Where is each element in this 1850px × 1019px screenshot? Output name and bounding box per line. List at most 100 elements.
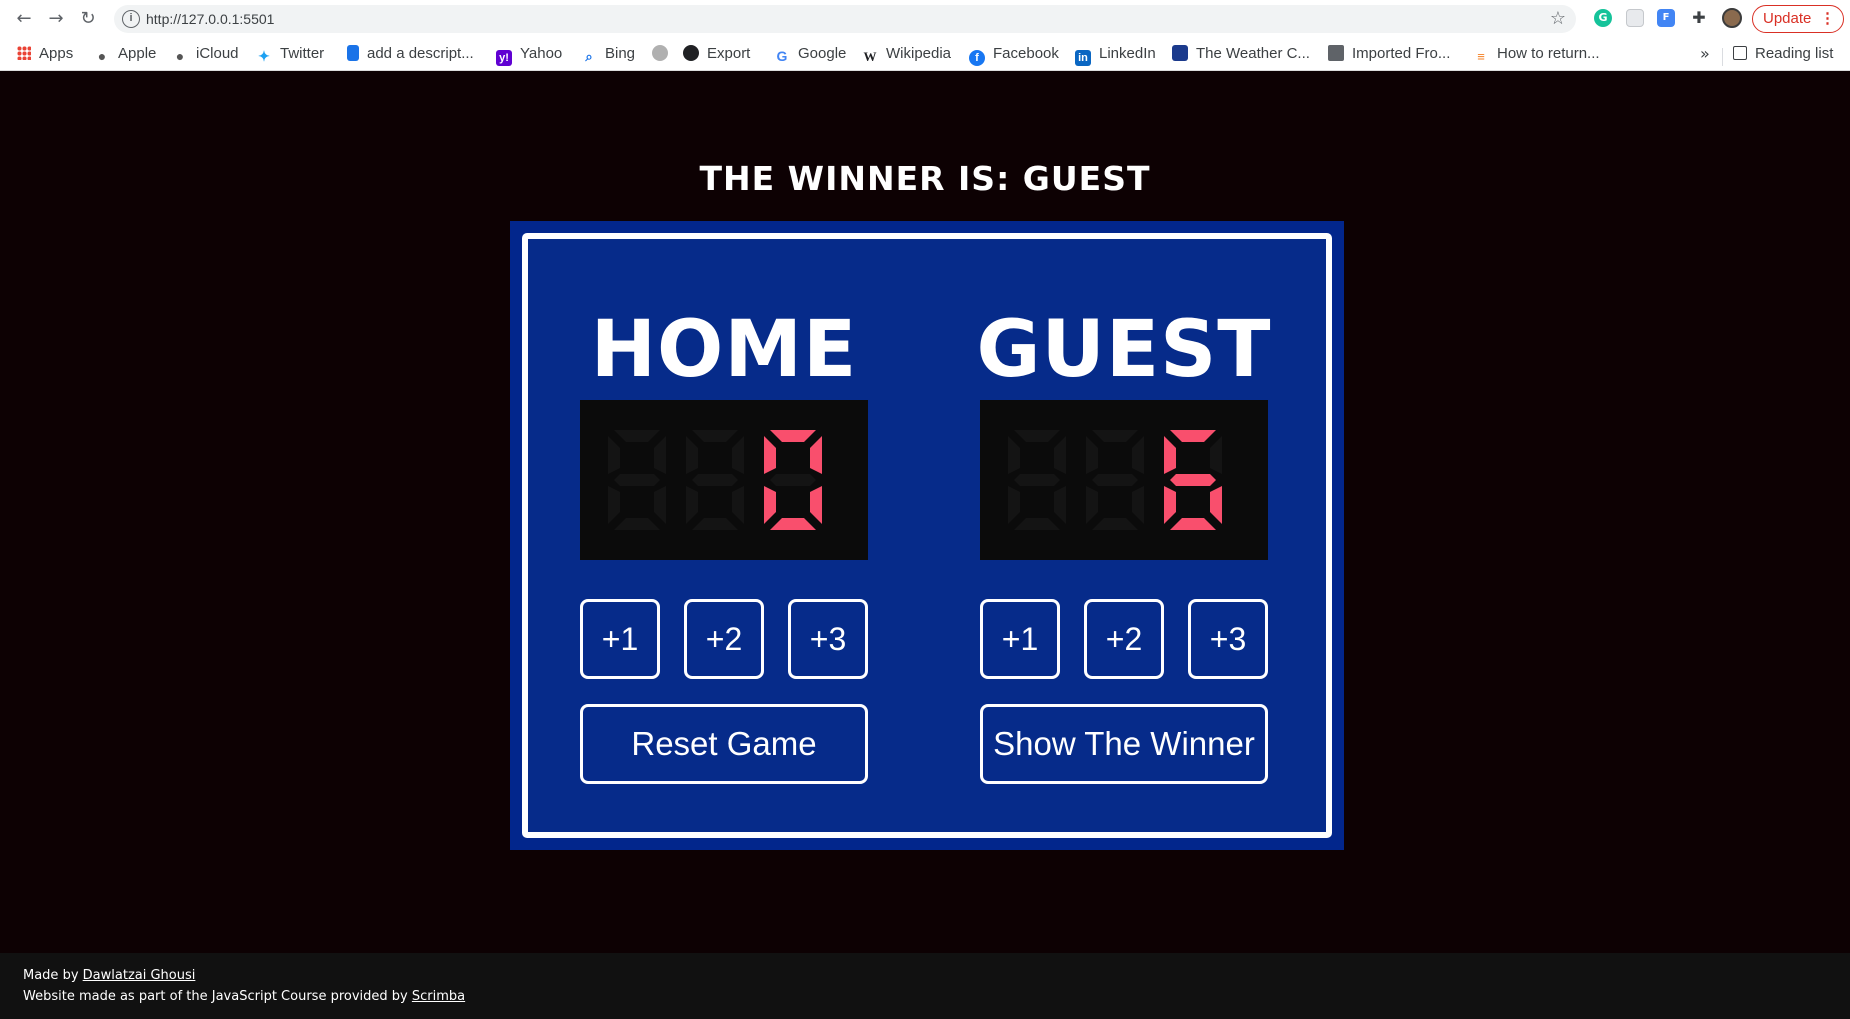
footer-made-by: Made by bbox=[23, 968, 79, 983]
segment-g bbox=[614, 474, 660, 486]
wikipedia-icon: W bbox=[863, 49, 877, 64]
home-plus-3-button[interactable]: +3 bbox=[788, 599, 868, 679]
guest-plus-2-button[interactable]: +2 bbox=[1084, 599, 1164, 679]
reload-icon[interactable]: ↻ bbox=[76, 7, 100, 31]
segment-c bbox=[732, 486, 744, 524]
search-icon: ⌕ bbox=[585, 49, 593, 64]
home-score-digits bbox=[608, 430, 822, 530]
bookmark-twitter[interactable]: ✦ Twitter bbox=[256, 42, 324, 66]
scrimba-link[interactable]: Scrimba bbox=[412, 989, 465, 1004]
twitter-icon: ✦ bbox=[258, 48, 270, 64]
folder-icon bbox=[1328, 45, 1344, 61]
footer: Made by Dawlatzai Ghousi Website made as… bbox=[0, 953, 1850, 1019]
update-button[interactable]: Update ⋮ bbox=[1752, 5, 1844, 33]
segment-b bbox=[1132, 436, 1144, 474]
home-team-name: HOME bbox=[590, 305, 858, 395]
segment-a bbox=[770, 430, 816, 442]
guest-plus-1-button[interactable]: +1 bbox=[980, 599, 1060, 679]
guest-digit-1 bbox=[1086, 430, 1144, 530]
reset-game-button[interactable]: Reset Game bbox=[580, 704, 868, 784]
segment-g bbox=[770, 474, 816, 486]
bookmarks-divider bbox=[1722, 48, 1723, 66]
bookmark-label: add a descript... bbox=[367, 45, 474, 62]
bookmark-label: Yahoo bbox=[520, 45, 563, 62]
weather-icon bbox=[1172, 45, 1188, 61]
address-bar[interactable]: i http://127.0.0.1:5501 ☆ bbox=[114, 5, 1576, 33]
segment-a bbox=[1170, 430, 1216, 442]
yahoo-icon: y! bbox=[496, 50, 512, 66]
author-link[interactable]: Dawlatzai Ghousi bbox=[83, 968, 196, 983]
bookmark-icon bbox=[347, 45, 359, 61]
bookmarks-bar: Apps ● Apple ● iCloud ✦ Twitter add a descr… bbox=[0, 38, 1850, 70]
browser-toolbar: ← → ↻ i http://127.0.0.1:5501 ☆ G F ✚ Up… bbox=[0, 0, 1850, 38]
apple-icon: ● bbox=[97, 48, 107, 64]
bookmark-label: Export bbox=[707, 45, 751, 62]
bookmark-wikipedia[interactable]: W Wikipedia bbox=[862, 42, 952, 66]
bookmark-label: Google bbox=[798, 45, 847, 62]
bookmark-label: How to return... bbox=[1497, 45, 1600, 62]
bookmark-linkedin[interactable]: in LinkedIn bbox=[1075, 42, 1156, 66]
segment-g bbox=[1170, 474, 1216, 486]
site-info-icon[interactable]: i bbox=[122, 10, 140, 28]
segment-d bbox=[1170, 518, 1216, 530]
stackoverflow-icon: ≡ bbox=[1477, 49, 1485, 64]
segment-g bbox=[1014, 474, 1060, 486]
segment-c bbox=[654, 486, 666, 524]
segment-e bbox=[1164, 486, 1176, 524]
bookmark-label: Apple bbox=[118, 45, 157, 62]
bookmark-bing[interactable]: ⌕ Bing bbox=[581, 42, 635, 66]
bookmark-add-description[interactable]: add a descript... bbox=[347, 42, 474, 66]
segment-f bbox=[764, 436, 776, 474]
segment-b bbox=[732, 436, 744, 474]
forward-icon[interactable]: → bbox=[44, 7, 68, 31]
back-icon[interactable]: ← bbox=[12, 7, 36, 31]
segment-f bbox=[1164, 436, 1176, 474]
robot-icon bbox=[652, 45, 668, 61]
bookmark-google[interactable]: G Google bbox=[774, 42, 847, 66]
extension-f-icon[interactable]: F bbox=[1657, 9, 1675, 27]
home-plus-2-button[interactable]: +2 bbox=[684, 599, 764, 679]
extension-icon[interactable] bbox=[1626, 9, 1644, 27]
segment-e bbox=[764, 486, 776, 524]
segment-f bbox=[1008, 436, 1020, 474]
home-team-panel: HOME +1 +2 +3 Reset Game bbox=[580, 239, 868, 832]
bookmark-facebook[interactable]: f Facebook bbox=[969, 42, 1059, 66]
segment-b bbox=[1054, 436, 1066, 474]
guest-plus-3-button[interactable]: +3 bbox=[1188, 599, 1268, 679]
bookmark-export[interactable]: Export bbox=[683, 42, 750, 66]
segment-a bbox=[614, 430, 660, 442]
address-url[interactable]: http://127.0.0.1:5501 bbox=[146, 5, 274, 33]
segment-g bbox=[692, 474, 738, 486]
bookmark-how-to-return[interactable]: ≡ How to return... bbox=[1473, 42, 1600, 66]
bookmark-yahoo[interactable]: y! Yahoo bbox=[496, 42, 562, 66]
guest-score-display bbox=[980, 400, 1268, 560]
bookmark-star-icon[interactable]: ☆ bbox=[1550, 8, 1566, 30]
browser-chrome: ← → ↻ i http://127.0.0.1:5501 ☆ G F ✚ Up… bbox=[0, 0, 1850, 71]
segment-b bbox=[654, 436, 666, 474]
reading-list-icon bbox=[1733, 46, 1747, 60]
bookmark-weather[interactable]: The Weather C... bbox=[1172, 42, 1310, 66]
bookmark-icloud[interactable]: ● iCloud bbox=[172, 42, 239, 66]
extensions-puzzle-icon[interactable]: ✚ bbox=[1690, 9, 1708, 27]
profile-avatar[interactable] bbox=[1722, 8, 1742, 28]
show-winner-button[interactable]: Show The Winner bbox=[980, 704, 1268, 784]
bookmark-label: iCloud bbox=[196, 45, 239, 62]
segment-d bbox=[770, 518, 816, 530]
segment-d bbox=[1014, 518, 1060, 530]
more-bookmarks-icon[interactable]: » bbox=[1700, 42, 1710, 66]
bookmark-imported[interactable]: Imported Fro... bbox=[1328, 42, 1450, 66]
guest-digit-2 bbox=[1164, 430, 1222, 530]
bookmark-robot[interactable] bbox=[652, 42, 676, 66]
reading-list[interactable]: Reading list bbox=[1733, 42, 1833, 66]
segment-d bbox=[1092, 518, 1138, 530]
menu-dots-icon: ⋮ bbox=[1820, 10, 1835, 27]
linkedin-icon: in bbox=[1075, 50, 1091, 66]
apps-grid-icon bbox=[17, 46, 31, 60]
bookmark-label: LinkedIn bbox=[1099, 45, 1156, 62]
apple-icon: ● bbox=[175, 48, 185, 64]
bookmark-apple[interactable]: ● Apple bbox=[94, 42, 157, 66]
bookmark-apps[interactable]: Apps bbox=[17, 42, 73, 66]
segment-c bbox=[1132, 486, 1144, 524]
home-plus-1-button[interactable]: +1 bbox=[580, 599, 660, 679]
grammarly-extension-icon[interactable]: G bbox=[1594, 9, 1612, 27]
